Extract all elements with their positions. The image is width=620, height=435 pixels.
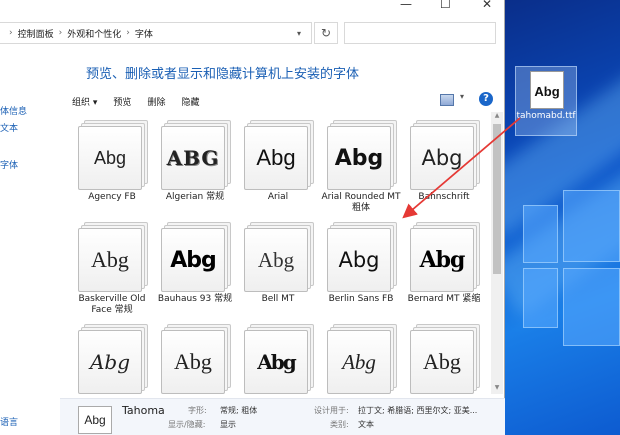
windows-logo-pane (563, 268, 620, 346)
font-sample: Abg (161, 228, 225, 292)
font-sample: Abg (244, 126, 308, 190)
style-value: 常规; 粗体 (220, 406, 258, 415)
font-name-label: Arial Rounded MT 粗体 (321, 192, 401, 213)
font-sample: Abg (78, 228, 142, 292)
vertical-scrollbar[interactable]: ▲ ▼ (491, 112, 503, 394)
font-file-sample: Abg (534, 84, 560, 99)
font-tile[interactable]: Abg (236, 322, 320, 400)
designed-for-value: 拉丁文; 希腊语; 西里尔文; 亚美... (358, 406, 478, 415)
breadcrumb-separator: › (9, 28, 13, 38)
address-dropdown-icon[interactable]: ▾ (288, 22, 310, 44)
font-name-label: Bernard MT 紧缩 (407, 294, 481, 304)
font-tile[interactable]: Abg Bahnschrift (402, 118, 486, 218)
nav-item-language[interactable]: 语言 (0, 415, 18, 428)
designed-for-label: 设计用于: (314, 406, 349, 415)
nav-item-info[interactable]: 体信息 (0, 104, 27, 117)
font-tile[interactable]: Abg (70, 322, 154, 400)
title-bar: — ☐ ✕ (0, 0, 504, 14)
font-tile[interactable]: Abg Bauhaus 93 常规 (153, 220, 237, 320)
font-file-name: tahomabd.ttf (516, 111, 576, 121)
font-sample: Abg (327, 228, 391, 292)
font-tile[interactable]: Abg Agency FB (70, 118, 154, 218)
font-sample: Abg (410, 126, 474, 190)
font-sample: ABG (161, 126, 225, 190)
show-hide-value: 显示 (220, 420, 236, 429)
font-sample: Abg (410, 330, 474, 394)
category-value: 文本 (358, 420, 374, 429)
scroll-thumb[interactable] (493, 124, 501, 274)
font-sample: Abg (327, 126, 391, 190)
font-sample: Abg (244, 330, 308, 394)
desktop-font-file[interactable]: Abg tahomabd.ttf (515, 66, 577, 136)
nav-item-fonts[interactable]: 字体 (0, 158, 18, 171)
font-tile[interactable]: Abg Arial (236, 118, 320, 218)
font-sample: Abg (410, 228, 474, 292)
show-hide-label: 显示/隐藏: (168, 420, 206, 429)
category-label: 类别: (330, 420, 349, 429)
style-label: 字形: (188, 406, 207, 415)
hide-button[interactable]: 隐藏 (181, 95, 199, 108)
font-tile[interactable]: Abg (153, 322, 237, 400)
font-grid: Abg Agency FB ABG Algerian 常规 Abg Arial Abg Ari… (70, 118, 490, 400)
font-tile[interactable]: Abg Bell MT (236, 220, 320, 320)
font-tile[interactable]: Abg Arial Rounded MT 粗体 (319, 118, 403, 218)
font-name-label: Berlin Sans FB (328, 294, 394, 304)
organize-label: 组织 (72, 97, 91, 108)
toolbar: 组织 ▾ 预览 删除 隐藏 ▾ ? (68, 92, 498, 110)
windows-logo-pane (523, 205, 558, 263)
breadcrumb-separator: › (58, 28, 63, 38)
font-thumbnail: Abg (78, 406, 112, 434)
close-button[interactable]: ✕ (482, 0, 492, 11)
scroll-down-icon[interactable]: ▼ (491, 384, 503, 394)
chevron-down-icon: ▾ (92, 97, 98, 108)
delete-button[interactable]: 删除 (147, 95, 165, 108)
maximize-button[interactable]: ☐ (440, 0, 451, 11)
search-input[interactable] (344, 22, 496, 44)
font-sample: Abg (161, 330, 225, 394)
organize-button[interactable]: 组织 ▾ (72, 95, 97, 108)
font-name-label: Baskerville Old Face 常规 (78, 294, 146, 315)
font-sample: Abg (78, 126, 142, 190)
font-name-label: Bauhaus 93 常规 (157, 294, 233, 304)
view-options-icon[interactable] (440, 94, 454, 106)
chevron-down-icon[interactable]: ▾ (460, 92, 464, 101)
font-name-label: Algerian 常规 (165, 192, 225, 202)
details-pane: Abg Tahoma 字形: 常规; 粗体 显示/隐藏: 显示 设计用于: 拉丁… (60, 398, 505, 435)
font-tile[interactable]: Abg Baskerville Old Face 常规 (70, 220, 154, 320)
font-tile[interactable]: Abg (319, 322, 403, 400)
breadcrumb-control-panel[interactable]: 控制面板 (18, 27, 54, 40)
font-tile[interactable]: Abg Berlin Sans FB (319, 220, 403, 320)
scroll-up-icon[interactable]: ▲ (491, 112, 503, 122)
font-tile[interactable]: Abg Bernard MT 紧缩 (402, 220, 486, 320)
font-name-label: Agency FB (88, 192, 136, 202)
page-title: 预览、删除或者显示和隐藏计算机上安装的字体 (86, 67, 360, 82)
font-name-label: Arial (267, 192, 289, 202)
font-sample: Abg (327, 330, 391, 394)
minimize-button[interactable]: — (400, 0, 412, 11)
fonts-control-panel-window: — ☐ ✕ › 控制面板 › 外观和个性化 › 字体 ▾ ↻ 体信息 文本 字体… (0, 0, 505, 435)
address-bar: › 控制面板 › 外观和个性化 › 字体 ▾ ↻ (0, 22, 505, 44)
breadcrumb-appearance[interactable]: 外观和个性化 (67, 27, 121, 40)
nav-item-text[interactable]: 文本 (0, 121, 18, 134)
preview-button[interactable]: 预览 (113, 95, 131, 108)
font-file-icon: Abg (530, 71, 564, 109)
refresh-icon[interactable]: ↻ (314, 22, 338, 44)
windows-logo-pane (523, 268, 558, 328)
font-tile[interactable]: Abg (402, 322, 486, 400)
windows-logo-pane (563, 190, 620, 262)
help-icon[interactable]: ? (479, 92, 493, 106)
breadcrumb-fonts[interactable]: 字体 (135, 27, 153, 40)
breadcrumb-separator: › (126, 28, 130, 38)
navigation-pane: 体信息 文本 字体 语言 (0, 50, 60, 435)
font-sample: Abg (78, 330, 142, 394)
font-name-label: Bahnschrift (418, 192, 470, 202)
font-tile[interactable]: ABG Algerian 常规 (153, 118, 237, 218)
font-name-label: Bell MT (261, 294, 295, 304)
details-font-name: Tahoma (122, 404, 165, 417)
breadcrumb[interactable]: › 控制面板 › 外观和个性化 › 字体 (0, 22, 312, 44)
font-sample: Abg (244, 228, 308, 292)
